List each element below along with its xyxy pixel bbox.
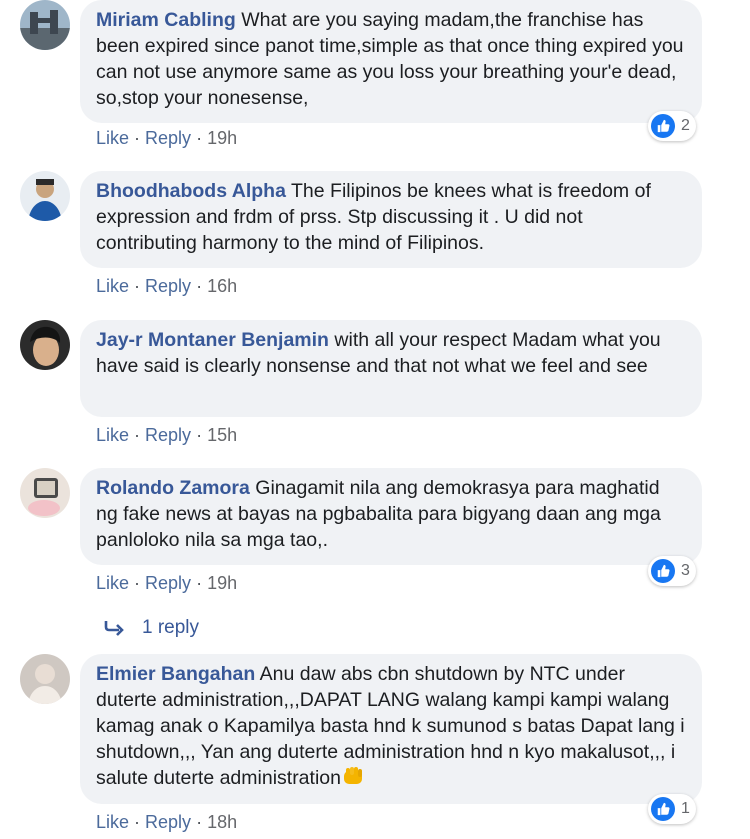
timestamp[interactable]: 19h bbox=[207, 128, 237, 148]
reaction-count[interactable]: 1 bbox=[648, 794, 696, 824]
reply-link[interactable]: Reply bbox=[145, 573, 191, 593]
comment-author[interactable]: Miriam Cabling bbox=[96, 9, 236, 31]
comment-actions: Like · Reply · 19h bbox=[96, 128, 237, 148]
avatar[interactable] bbox=[20, 171, 70, 221]
comment-bubble: Bhoodhabods Alpha The Filipinos be knees… bbox=[80, 171, 702, 268]
reaction-number: 3 bbox=[681, 562, 690, 579]
comment-author[interactable]: Jay-r Montaner Benjamin bbox=[96, 329, 329, 351]
separator: · bbox=[129, 128, 146, 148]
timestamp[interactable]: 18h bbox=[207, 812, 237, 832]
comment-bubble: Miriam Cabling What are you saying madam… bbox=[80, 0, 702, 123]
reply-link[interactable]: Reply bbox=[145, 425, 191, 445]
comment-author[interactable]: Rolando Zamora bbox=[96, 477, 250, 499]
reply-link[interactable]: Reply bbox=[145, 276, 191, 296]
separator: · bbox=[129, 276, 146, 296]
reply-link[interactable]: Reply bbox=[145, 128, 191, 148]
like-link[interactable]: Like bbox=[96, 425, 129, 445]
like-icon bbox=[651, 559, 675, 583]
comment-author[interactable]: Elmier Bangahan bbox=[96, 663, 255, 685]
like-link[interactable]: Like bbox=[96, 573, 129, 593]
comment-bubble: Elmier Bangahan Anu daw abs cbn shutdown… bbox=[80, 654, 702, 804]
fist-emoji-icon bbox=[341, 765, 365, 794]
reply-link[interactable]: Reply bbox=[145, 812, 191, 832]
replies-count[interactable]: 1 reply bbox=[142, 616, 199, 640]
like-icon bbox=[651, 797, 675, 821]
like-icon bbox=[651, 114, 675, 138]
timestamp[interactable]: 19h bbox=[207, 573, 237, 593]
separator: · bbox=[191, 573, 208, 593]
avatar[interactable] bbox=[20, 468, 70, 518]
avatar[interactable] bbox=[20, 654, 70, 704]
separator: · bbox=[191, 128, 208, 148]
comment-actions: Like · Reply · 18h bbox=[96, 812, 237, 832]
comment-actions: Like · Reply · 16h bbox=[96, 276, 237, 296]
separator: · bbox=[191, 425, 208, 445]
timestamp[interactable]: 15h bbox=[207, 425, 237, 445]
view-replies-link[interactable]: 1 reply bbox=[104, 616, 199, 640]
like-link[interactable]: Like bbox=[96, 276, 129, 296]
separator: · bbox=[129, 573, 146, 593]
avatar[interactable] bbox=[20, 0, 70, 50]
reaction-count[interactable]: 3 bbox=[648, 556, 696, 586]
like-link[interactable]: Like bbox=[96, 812, 129, 832]
timestamp[interactable]: 16h bbox=[207, 276, 237, 296]
separator: · bbox=[129, 812, 146, 832]
comment-author[interactable]: Bhoodhabods Alpha bbox=[96, 180, 286, 202]
comment-actions: Like · Reply · 15h bbox=[96, 425, 237, 445]
comment-bubble: Jay-r Montaner Benjamin with all your re… bbox=[80, 320, 702, 417]
reaction-number: 1 bbox=[681, 800, 690, 817]
comment-actions: Like · Reply · 19h bbox=[96, 573, 237, 593]
reply-arrow-icon bbox=[104, 620, 126, 636]
reaction-number: 2 bbox=[681, 117, 690, 134]
like-link[interactable]: Like bbox=[96, 128, 129, 148]
separator: · bbox=[129, 425, 146, 445]
comment-bubble: Rolando Zamora Ginagamit nila ang demokr… bbox=[80, 468, 702, 565]
reaction-count[interactable]: 2 bbox=[648, 111, 696, 141]
separator: · bbox=[191, 812, 208, 832]
avatar[interactable] bbox=[20, 320, 70, 370]
separator: · bbox=[191, 276, 208, 296]
